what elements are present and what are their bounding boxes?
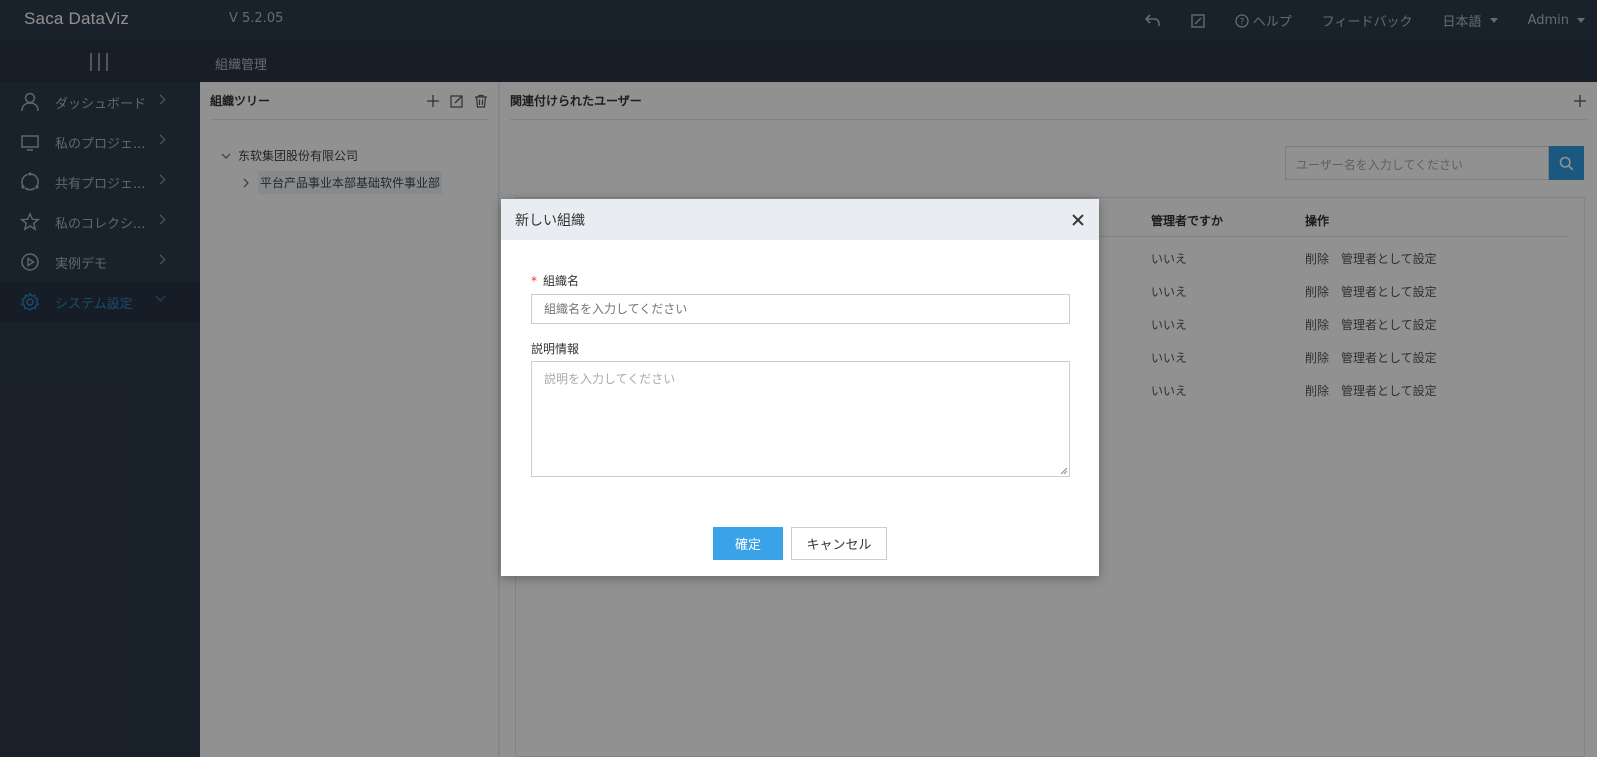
org-name-input[interactable] (531, 294, 1070, 324)
cancel-button[interactable]: キャンセル (791, 527, 887, 560)
resize-handle-icon[interactable] (1060, 467, 1068, 475)
close-icon[interactable] (1071, 213, 1085, 227)
required-mark: * (531, 274, 537, 288)
description-placeholder: 説明を入力してください (544, 372, 676, 386)
description-textarea[interactable]: 説明を入力してください (531, 361, 1070, 477)
org-name-label-text: 組織名 (543, 274, 580, 288)
new-organization-dialog: 新しい組織 * 組織名 説明情報 説明を入力してください 確定 キャンセル (501, 199, 1099, 576)
dialog-header: 新しい組織 (501, 199, 1099, 240)
org-name-label: * 組織名 (531, 272, 579, 289)
description-label: 説明情報 (531, 342, 580, 356)
confirm-button[interactable]: 確定 (713, 527, 783, 560)
dialog-title: 新しい組織 (515, 212, 585, 229)
